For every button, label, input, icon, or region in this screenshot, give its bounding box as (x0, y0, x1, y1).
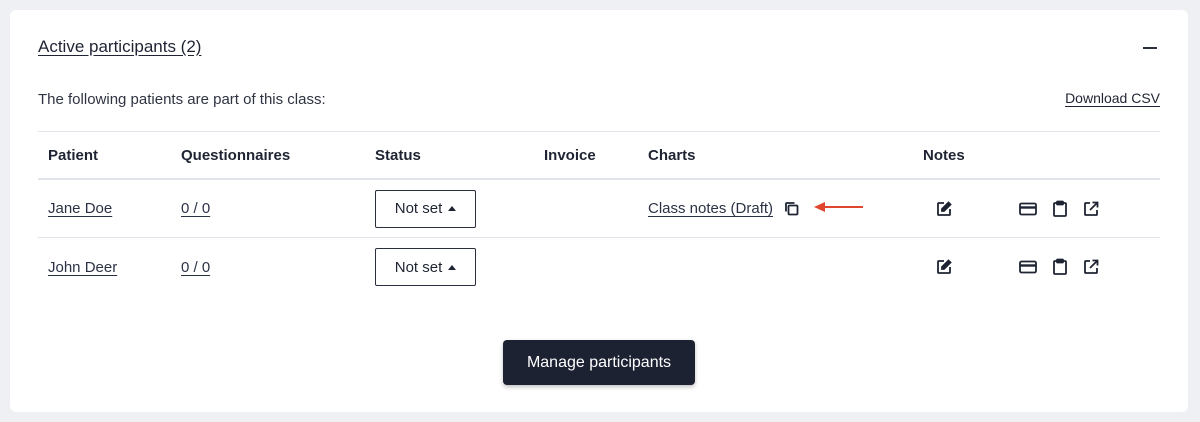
header-invoice: Invoice (544, 146, 596, 164)
minus-icon[interactable] (1143, 47, 1157, 49)
credit-card-icon[interactable] (1018, 200, 1038, 218)
patient-link[interactable]: John Deer (48, 259, 117, 276)
caret-up-icon (448, 264, 457, 270)
participants-table: Patient Questionnaires Status Invoice Ch… (38, 131, 1160, 296)
header-notes: Notes (923, 146, 965, 164)
chart-link[interactable]: Class notes (Draft) (648, 200, 773, 217)
header-patient: Patient (48, 146, 99, 164)
questionnaires-link[interactable]: 0 / 0 (181, 259, 210, 276)
header-questionnaires: Questionnaires (181, 146, 291, 164)
table-row: Jane Doe 0 / 0 Not set Class notes (Draf… (38, 178, 1160, 237)
caret-up-icon (448, 206, 457, 211)
patient-link[interactable]: Jane Doe (48, 200, 112, 217)
clipboard-icon[interactable] (1051, 258, 1069, 276)
section-title[interactable]: Active participants (2) (38, 37, 201, 57)
manage-participants-button[interactable]: Manage participants (503, 340, 695, 385)
arrow-left-icon (813, 200, 865, 218)
participants-card: Active participants (2) The following pa… (10, 10, 1188, 412)
intro-text: The following patients are part of this … (38, 91, 326, 108)
questionnaires-link[interactable]: 0 / 0 (181, 200, 210, 217)
status-dropdown[interactable]: Not set (375, 189, 476, 228)
table-header-row: Patient Questionnaires Status Invoice Ch… (38, 131, 1160, 178)
status-label: Not set (394, 258, 443, 276)
copy-icon[interactable] (783, 200, 801, 218)
edit-note-icon[interactable] (935, 200, 953, 218)
credit-card-icon[interactable] (1018, 258, 1038, 276)
header-charts: Charts (648, 146, 696, 164)
clipboard-icon[interactable] (1051, 200, 1069, 218)
status-label: Not set (394, 200, 443, 217)
status-dropdown[interactable]: Not set (375, 248, 476, 286)
external-link-icon[interactable] (1082, 200, 1100, 218)
external-link-icon[interactable] (1082, 258, 1100, 276)
header-status: Status (375, 146, 421, 164)
table-row: John Deer 0 / 0 Not set (38, 237, 1160, 296)
download-csv-link[interactable]: Download CSV (1065, 90, 1160, 106)
edit-note-icon[interactable] (935, 258, 953, 276)
